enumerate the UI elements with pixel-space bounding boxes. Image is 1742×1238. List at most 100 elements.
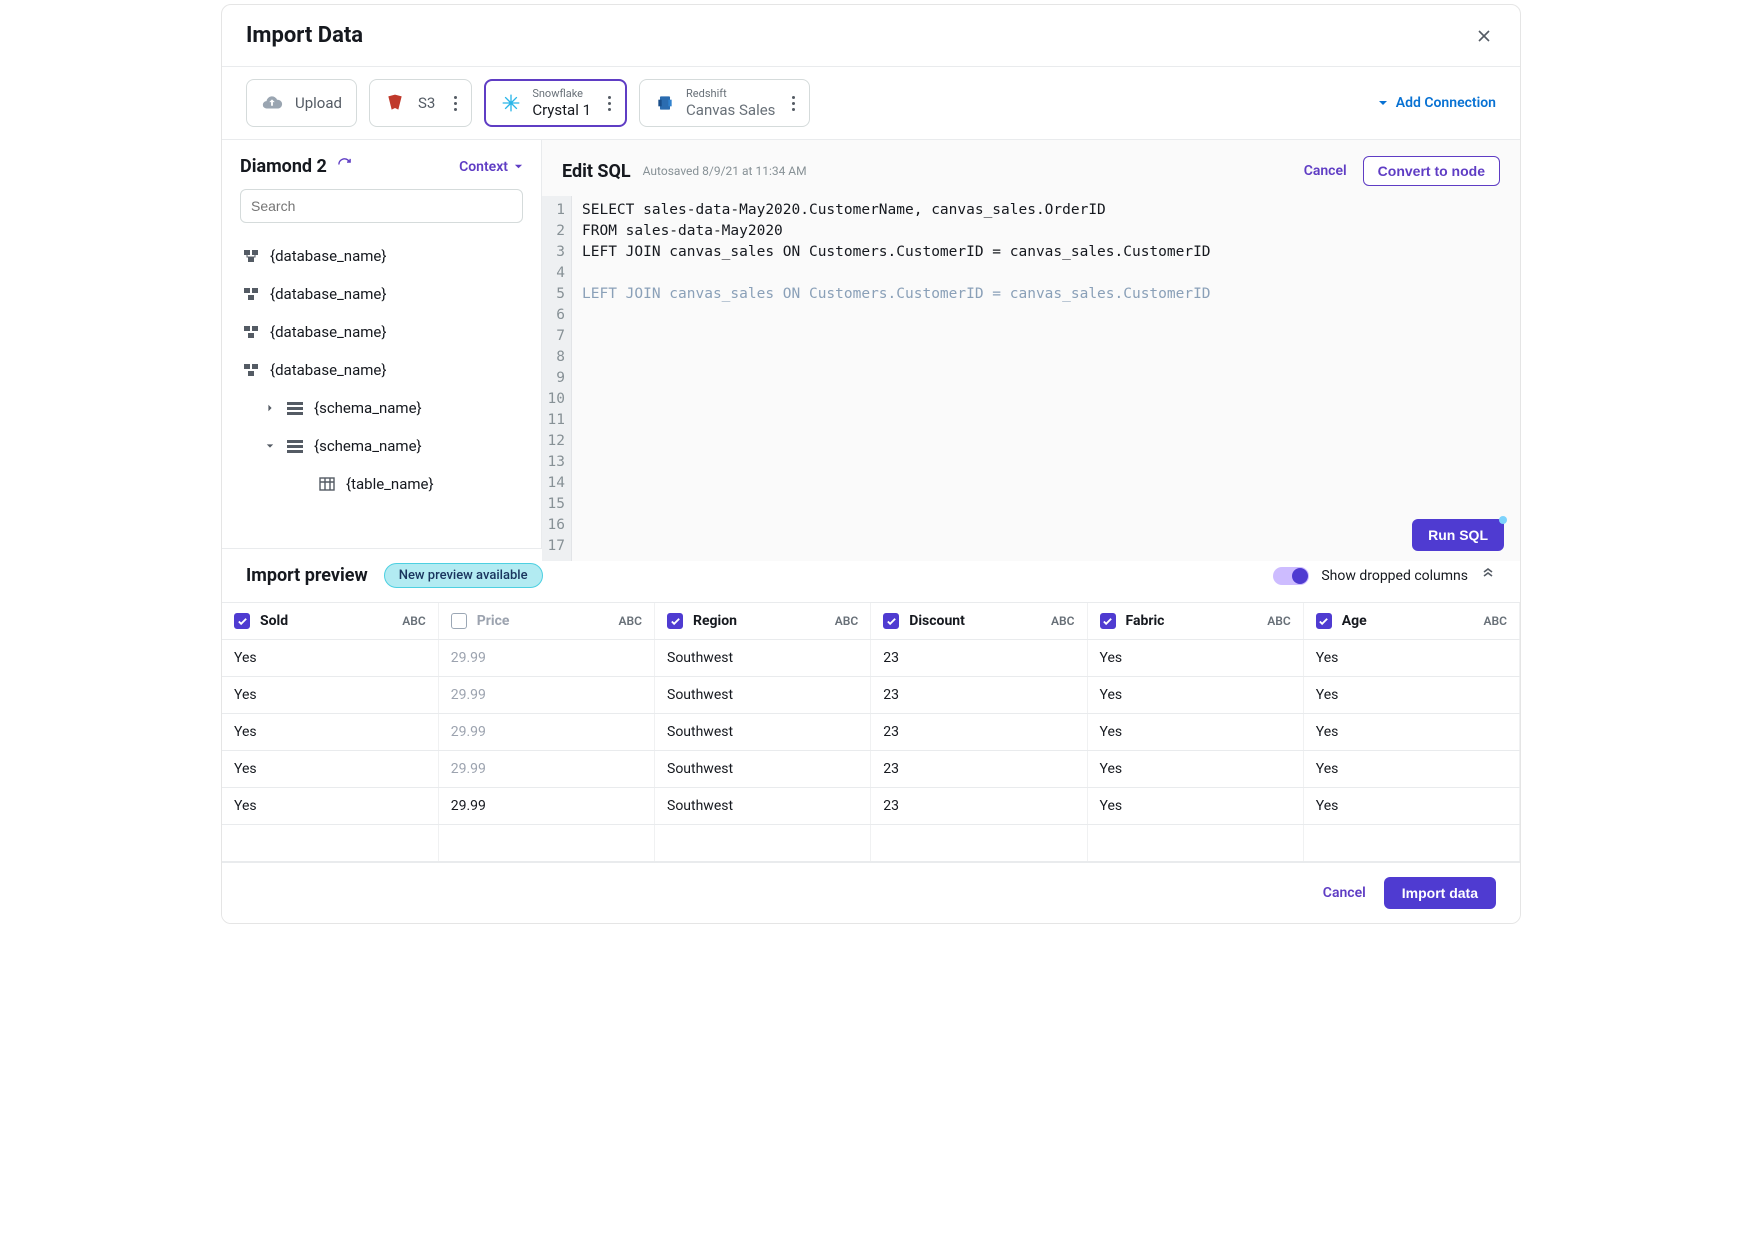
code-content[interactable]: SELECT sales-data-May2020.CustomerName, … xyxy=(572,196,1520,561)
column-header-discount[interactable]: Discount ABC xyxy=(871,603,1087,640)
schema-item[interactable]: {schema_name} xyxy=(264,389,523,427)
column-header-fabric[interactable]: Fabric ABC xyxy=(1087,603,1303,640)
expand-preview-button[interactable] xyxy=(1480,566,1496,586)
dataset-name-text: Diamond 2 xyxy=(240,156,327,177)
cell-sold: Yes xyxy=(222,640,438,677)
redshift-icon xyxy=(654,92,676,114)
table-row: Yes 29.99 Southwest 23 Yes Yes xyxy=(222,788,1520,825)
import-data-button[interactable]: Import data xyxy=(1384,877,1496,909)
column-type: ABC xyxy=(1051,614,1074,628)
cell-fabric: Yes xyxy=(1087,788,1303,825)
import-data-modal: Import Data Upload S3 Snowflake Cry xyxy=(221,4,1521,924)
redshift-type-label: Redshift xyxy=(686,87,775,100)
table-icon xyxy=(318,475,336,493)
chevrons-up-icon xyxy=(1480,566,1496,582)
database-icon xyxy=(242,361,260,379)
column-name: Sold xyxy=(260,613,288,629)
caret-down-icon xyxy=(514,162,523,171)
database-label: {database_name} xyxy=(270,323,386,341)
schema-icon xyxy=(286,437,304,455)
cell-sold: Yes xyxy=(222,788,438,825)
database-icon xyxy=(242,285,260,303)
column-type: ABC xyxy=(1484,614,1507,628)
schema-item[interactable]: {schema_name} xyxy=(264,427,523,465)
cell-region: Southwest xyxy=(655,714,871,751)
new-preview-pill[interactable]: New preview available xyxy=(384,563,543,588)
database-icon xyxy=(242,247,260,265)
cell-discount: 23 xyxy=(871,788,1087,825)
add-connection-button[interactable]: Add Connection xyxy=(1378,95,1496,111)
cell-fabric: Yes xyxy=(1087,677,1303,714)
snowflake-more-button[interactable] xyxy=(607,96,611,111)
cell-sold: Yes xyxy=(222,751,438,788)
sidebar-header: Diamond 2 Context xyxy=(240,156,523,177)
context-dropdown[interactable]: Context xyxy=(459,159,523,175)
footer-cancel-button[interactable]: Cancel xyxy=(1323,885,1366,901)
column-header-age[interactable]: Age ABC xyxy=(1303,603,1519,640)
table-row xyxy=(222,825,1520,862)
caret-right-icon xyxy=(266,404,276,412)
redshift-name-label: Canvas Sales xyxy=(686,101,775,119)
database-item[interactable]: {database_name} xyxy=(240,237,523,275)
show-dropped-toggle[interactable] xyxy=(1273,567,1309,585)
snowflake-type-label: Snowflake xyxy=(532,87,591,100)
column-name: Fabric xyxy=(1126,613,1165,629)
upload-label: Upload xyxy=(295,94,342,112)
show-dropped-label: Show dropped columns xyxy=(1321,568,1468,584)
dataset-name: Diamond 2 xyxy=(240,156,352,177)
s3-source-button[interactable]: S3 xyxy=(369,79,472,127)
table-row: Yes 29.99 Southwest 23 Yes Yes xyxy=(222,751,1520,788)
convert-to-node-button[interactable]: Convert to node xyxy=(1363,156,1500,186)
table-row: Yes 29.99 Southwest 23 Yes Yes xyxy=(222,677,1520,714)
s3-label: S3 xyxy=(418,94,435,112)
column-type: ABC xyxy=(1267,614,1290,628)
column-name: Age xyxy=(1342,613,1367,629)
refresh-icon xyxy=(337,157,352,172)
column-name: Discount xyxy=(909,613,965,629)
s3-more-button[interactable] xyxy=(453,96,457,111)
database-item[interactable]: {database_name} xyxy=(240,275,523,313)
cell-discount: 23 xyxy=(871,751,1087,788)
column-checkbox[interactable] xyxy=(451,613,467,629)
column-checkbox[interactable] xyxy=(883,613,899,629)
add-connection-label: Add Connection xyxy=(1396,95,1496,111)
cell-region: Southwest xyxy=(655,640,871,677)
cell-region: Southwest xyxy=(655,751,871,788)
close-icon xyxy=(1476,28,1492,44)
cell-age: Yes xyxy=(1303,788,1519,825)
table-item[interactable]: {table_name} xyxy=(316,465,523,503)
line-gutter: 1 2 3 4 5 6 7 8 9 10 11 12 13 14 15 16 1… xyxy=(542,196,572,561)
cell-price: 29.99 xyxy=(438,788,654,825)
cell-region: Southwest xyxy=(655,677,871,714)
redshift-source-button[interactable]: Redshift Canvas Sales xyxy=(639,79,810,127)
cell-fabric: Yes xyxy=(1087,640,1303,677)
close-button[interactable] xyxy=(1472,24,1496,48)
upload-source-button[interactable]: Upload xyxy=(246,79,357,127)
database-item[interactable]: {database_name} xyxy=(240,351,523,389)
snowflake-source-button[interactable]: Snowflake Crystal 1 xyxy=(484,79,627,127)
column-checkbox[interactable] xyxy=(1100,613,1116,629)
database-item[interactable]: {database_name} xyxy=(240,313,523,351)
column-header-region[interactable]: Region ABC xyxy=(655,603,871,640)
code-editor[interactable]: 1 2 3 4 5 6 7 8 9 10 11 12 13 14 15 16 1… xyxy=(542,196,1520,561)
workarea: Diamond 2 Context {database_name} xyxy=(222,140,1520,548)
refresh-button[interactable] xyxy=(337,156,352,177)
column-name: Price xyxy=(477,613,510,629)
cell-age: Yes xyxy=(1303,751,1519,788)
column-header-price[interactable]: Price ABC xyxy=(438,603,654,640)
cell-price: 29.99 xyxy=(438,751,654,788)
editor-cancel-button[interactable]: Cancel xyxy=(1304,163,1347,179)
column-checkbox[interactable] xyxy=(234,613,250,629)
s3-icon xyxy=(384,92,406,114)
schema-tree: {database_name} {database_name} {databas… xyxy=(240,237,523,503)
snowflake-icon xyxy=(500,92,522,114)
run-sql-button[interactable]: Run SQL xyxy=(1412,519,1504,551)
column-checkbox[interactable] xyxy=(667,613,683,629)
search-input[interactable] xyxy=(240,189,523,223)
column-header-sold[interactable]: Sold ABC xyxy=(222,603,438,640)
cell-discount: 23 xyxy=(871,640,1087,677)
cell-sold: Yes xyxy=(222,677,438,714)
redshift-more-button[interactable] xyxy=(791,96,795,111)
cell-discount: 23 xyxy=(871,677,1087,714)
column-checkbox[interactable] xyxy=(1316,613,1332,629)
